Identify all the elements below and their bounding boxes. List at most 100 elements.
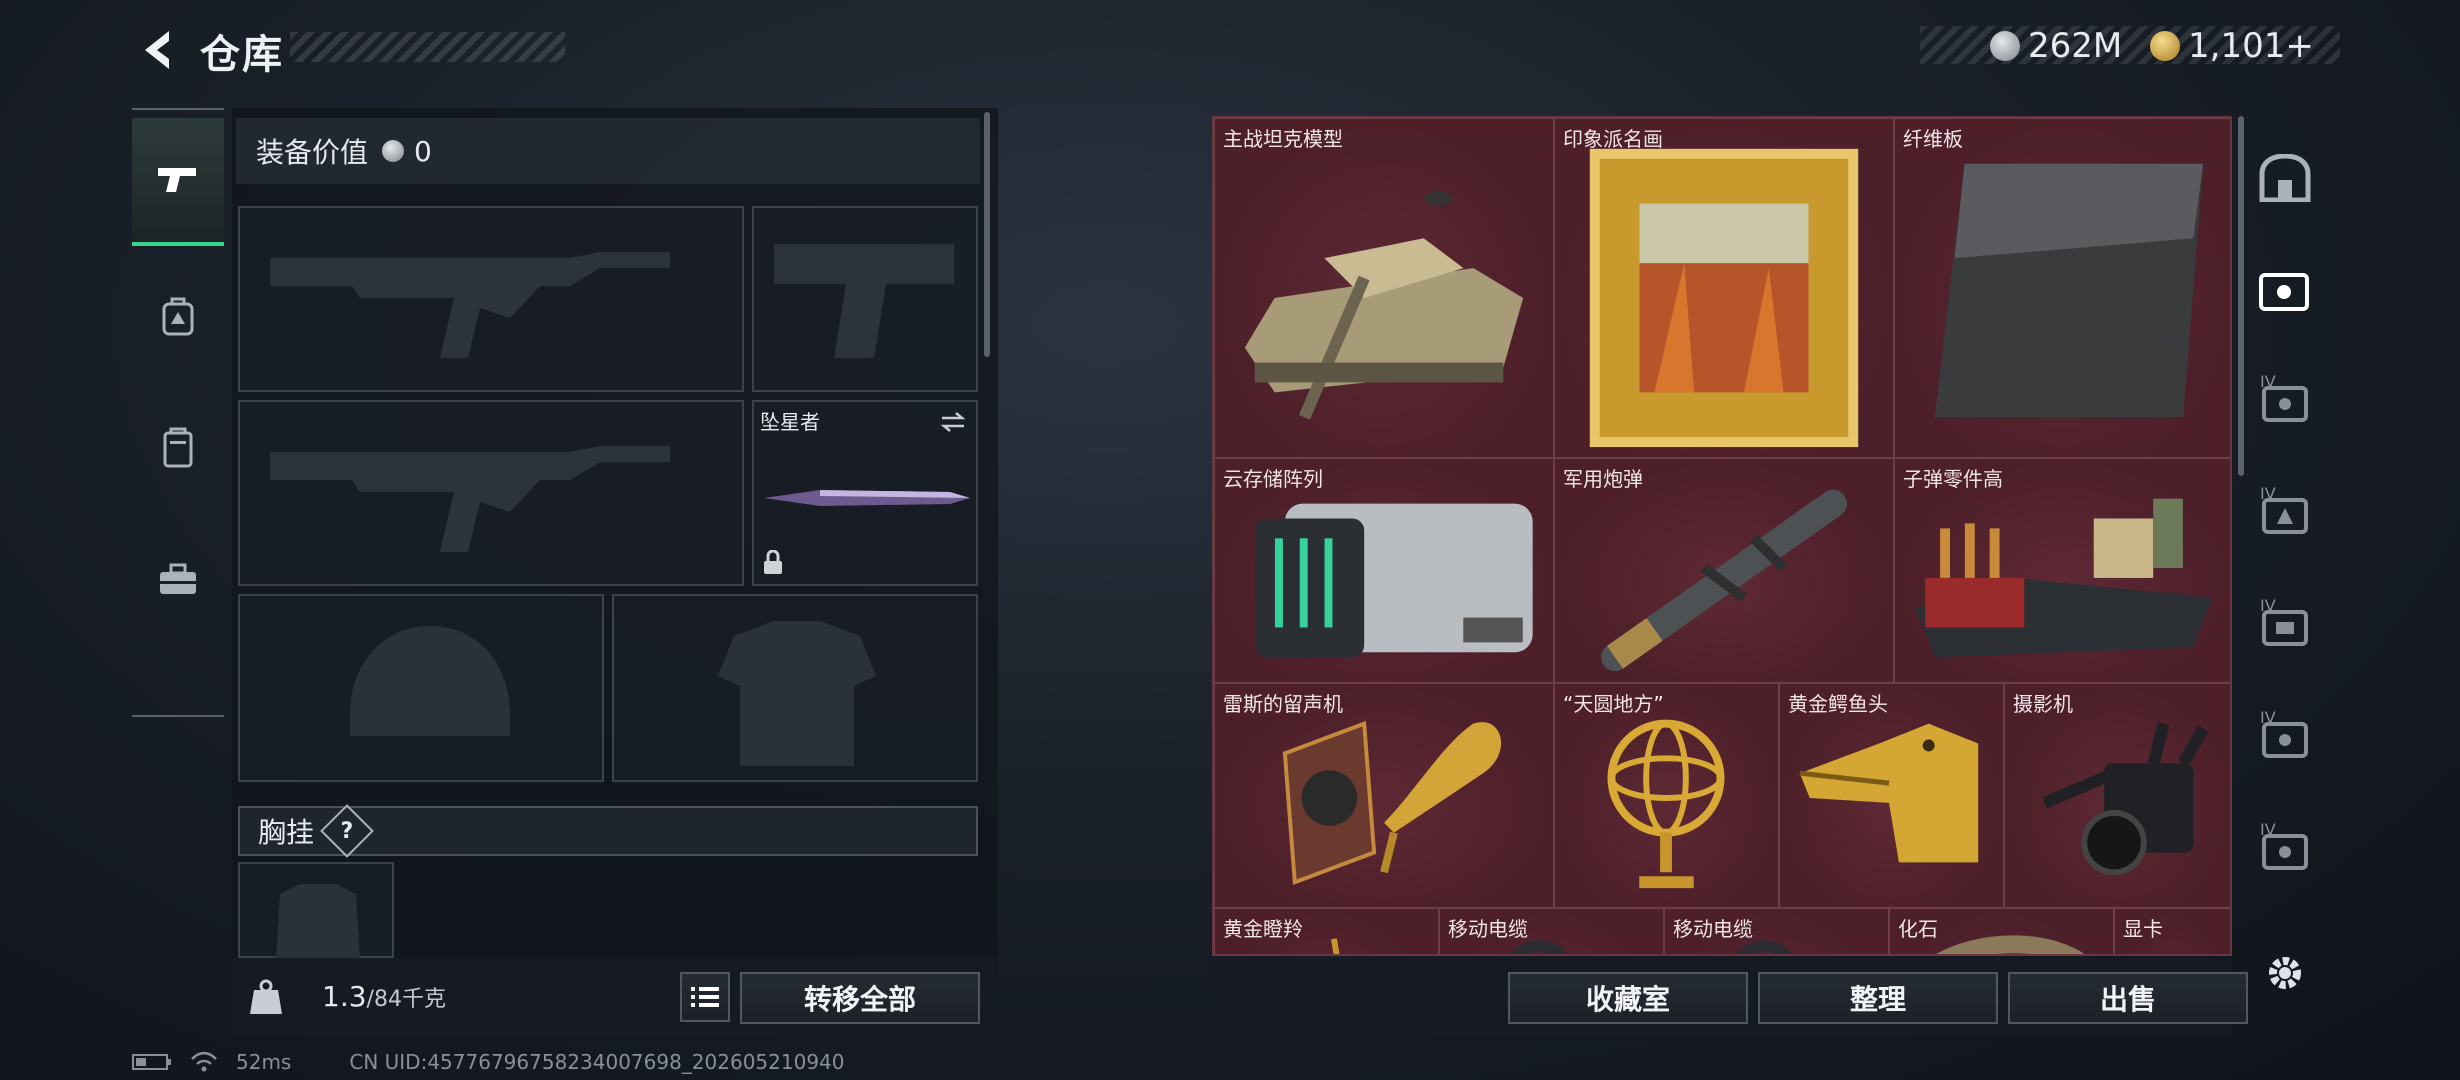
storage-item[interactable]: 摄影机	[2004, 683, 2230, 908]
storage-item[interactable]: 化石	[1889, 908, 2114, 954]
gold-croc-icon	[1799, 723, 1979, 863]
vest-icon	[163, 427, 193, 468]
silver-currency[interactable]: 262M	[1990, 26, 2122, 66]
swap-icon[interactable]	[938, 410, 968, 434]
storage-item[interactable]: 子弹零件高	[1894, 458, 2230, 683]
rail-item-page-5[interactable]: IV	[2246, 682, 2324, 794]
storage-item[interactable]: 军用炮弹	[1554, 458, 1894, 683]
tab-weapons[interactable]	[132, 118, 224, 246]
transfer-all-button[interactable]: 转移全部	[740, 972, 980, 1024]
storage-item[interactable]: 移动电缆	[1439, 908, 1664, 954]
rail-item-home-storage[interactable]	[2246, 122, 2324, 234]
uid-readout: CN UID:457767967582340076​98_20260521094…	[349, 1050, 845, 1074]
storage-item[interactable]: 移动电缆	[1664, 908, 1889, 954]
battery-icon	[132, 1054, 171, 1070]
chest-rig-slot[interactable]	[238, 862, 394, 960]
storage-item[interactable]: “天圆地方”	[1554, 683, 1779, 908]
help-icon[interactable]: ?	[320, 804, 374, 858]
page-title: 仓库	[200, 32, 284, 78]
primary-weapon-slot[interactable]	[238, 206, 744, 392]
ping-readout: 52ms	[236, 1050, 292, 1074]
secondary-weapon-slot[interactable]	[752, 206, 978, 392]
chest-rig-silhouette-icon	[276, 884, 360, 960]
storage-grid: 主战坦克模型 印象派名画 纤维板 云存储阵列 军用炮弹 子弹零件高 雷斯的留声机…	[1212, 116, 2232, 956]
silver-coin-icon	[1990, 31, 2020, 61]
equipment-value-header: 装备价值 0	[236, 118, 980, 184]
primary-weapon-slot-2[interactable]	[238, 400, 744, 586]
list-view-button[interactable]	[680, 972, 730, 1022]
tab-backpack[interactable]	[132, 250, 224, 382]
rifle-silhouette-icon	[270, 446, 670, 552]
top-bar: 仓库 262M 1,101+	[0, 0, 2460, 100]
cable-icon	[1735, 940, 1793, 954]
tab-toolbox[interactable]	[132, 514, 224, 646]
server-icon	[1255, 503, 1533, 658]
body-armor-silhouette-icon	[718, 621, 876, 766]
storage-item[interactable]: 黄金鳄鱼头	[1779, 683, 2004, 908]
camera-icon	[2042, 722, 2209, 876]
toolbox-icon	[160, 563, 196, 594]
back-arrow-icon	[145, 31, 169, 69]
storage-item[interactable]: 主战坦克模型	[1214, 118, 1554, 458]
gazelle-icon	[1331, 938, 1340, 954]
gear-icon	[2269, 957, 2301, 989]
storage-item[interactable]: 印象派名画	[1554, 118, 1894, 458]
storage-page-icon	[2259, 273, 2309, 311]
storage-scrollbar[interactable]	[2238, 116, 2244, 476]
rail-item-page-2[interactable]: IV	[2246, 346, 2324, 458]
silver-coin-icon	[382, 140, 405, 162]
wifi-icon	[191, 1051, 217, 1072]
silver-amount: 262M	[2028, 26, 2123, 66]
rifle-silhouette-icon	[270, 252, 670, 358]
equipment-tab-column	[132, 108, 224, 717]
settings-button[interactable]	[2262, 950, 2308, 1000]
storage-page-rail: IV IV IV IV IV	[2246, 116, 2324, 956]
rail-item-page-6[interactable]: IV	[2246, 794, 2324, 906]
tank-icon	[1244, 191, 1524, 420]
equipment-value-label: 装备价值	[256, 136, 369, 169]
weight-max: /84千克	[366, 987, 446, 1012]
title-stripe	[290, 32, 565, 62]
armor-slot[interactable]	[612, 594, 978, 782]
helmet-silhouette-icon	[350, 626, 510, 736]
back-button[interactable]	[130, 20, 190, 80]
tab-vest[interactable]	[132, 382, 224, 514]
organize-button[interactable]: 整理	[1758, 972, 1998, 1024]
weight-icon	[248, 978, 284, 1020]
gramophone-icon	[1282, 720, 1502, 886]
rail-item-page-4[interactable]: IV	[2246, 570, 2324, 682]
storage-item[interactable]: 雷斯的留声机	[1214, 683, 1554, 908]
chest-rig-header: 胸挂 ?	[238, 804, 978, 858]
helmet-slot[interactable]	[238, 594, 604, 782]
storage-home-icon	[2259, 154, 2311, 202]
weight-current: 1.3	[322, 980, 367, 1013]
ammo-parts-icon	[1915, 498, 2213, 658]
gold-amount: 1,101+	[2188, 26, 2314, 66]
list-icon	[691, 987, 719, 1007]
storage-item[interactable]: 云存储阵列	[1214, 458, 1554, 683]
collection-room-button[interactable]: 收藏室	[1508, 972, 1748, 1024]
painting-icon	[1589, 148, 1859, 448]
rail-item-page-3[interactable]: IV	[2246, 458, 2324, 570]
rail-item-page-1[interactable]	[2246, 234, 2324, 346]
gold-coin-icon	[2150, 31, 2180, 61]
gold-currency[interactable]: 1,101+	[2150, 26, 2314, 66]
fiberboard-icon	[1934, 163, 2204, 418]
equipment-scrollbar[interactable]	[984, 112, 990, 357]
sell-button[interactable]: 出售	[2008, 972, 2248, 1024]
knife-icon	[764, 490, 970, 506]
storage-item[interactable]: 黄金瞪羚	[1214, 908, 1439, 954]
melee-name: 坠星者	[760, 410, 820, 434]
pistol-silhouette-icon	[774, 244, 954, 358]
storage-item[interactable]: 纤维板	[1894, 118, 2230, 458]
backpack-icon	[162, 297, 194, 336]
melee-weapon-slot[interactable]: 坠星者	[752, 400, 978, 586]
gpu-icon	[2115, 909, 2231, 956]
lock-icon	[764, 550, 782, 574]
fossil-icon	[1936, 935, 2085, 954]
pistol-icon	[158, 168, 196, 192]
storage-actions-bar: 收藏室 整理 出售	[1212, 958, 2248, 1036]
storage-item[interactable]: 显卡	[2114, 908, 2231, 956]
equipment-value: 0	[414, 134, 432, 168]
missile-icon	[1601, 489, 1847, 672]
